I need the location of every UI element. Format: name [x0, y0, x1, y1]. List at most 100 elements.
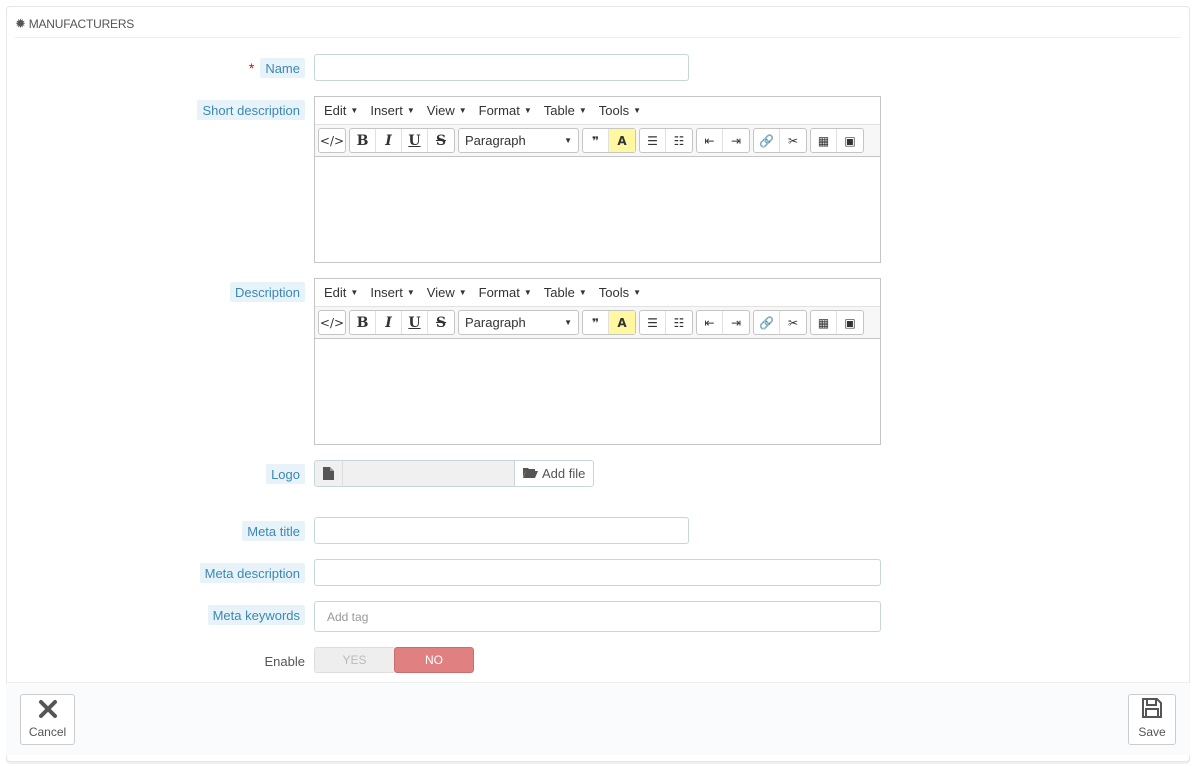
link-icon[interactable]: 🔗 [754, 129, 780, 152]
logo-file-input: Add file [314, 460, 595, 487]
text-color-icon[interactable]: A [609, 129, 635, 152]
image-icon[interactable]: ▣ [837, 129, 863, 152]
menu-table[interactable]: Table ▼ [538, 285, 593, 300]
caret-down-icon: ▼ [350, 288, 359, 297]
menu-view[interactable]: View ▼ [421, 285, 473, 300]
unlink-icon[interactable]: ✂ [780, 311, 806, 334]
name-label: * Name [249, 58, 305, 78]
bold-icon[interactable]: B [350, 311, 376, 334]
meta-keywords-input[interactable]: Add tag [314, 601, 881, 632]
outdent-icon[interactable]: ⇤ [697, 129, 723, 152]
bold-icon[interactable]: B [350, 129, 376, 152]
menu-label: Tools [598, 103, 630, 118]
menu-label: Insert [370, 285, 403, 300]
caret-down-icon: ▼ [458, 288, 467, 297]
indent-icon[interactable]: ⇥ [723, 129, 749, 152]
unlink-icon[interactable]: ✂ [780, 129, 806, 152]
caret-down-icon: ▼ [564, 318, 572, 327]
menu-insert[interactable]: Insert ▼ [364, 103, 420, 118]
menu-tools[interactable]: Tools ▼ [593, 103, 647, 118]
logo-filename-field[interactable] [343, 461, 515, 486]
caret-down-icon: ▼ [578, 288, 587, 297]
menu-label: Table [543, 285, 575, 300]
menu-label: View [426, 285, 455, 300]
menu-view[interactable]: View ▼ [421, 103, 473, 118]
enable-no-option[interactable]: NO [394, 647, 474, 673]
numbered-list-icon[interactable]: ☷ [666, 311, 692, 334]
italic-icon[interactable]: I [376, 129, 402, 152]
numbered-list-icon[interactable]: ☷ [666, 129, 692, 152]
description-content[interactable] [315, 339, 880, 444]
image-icon[interactable]: ▣ [837, 311, 863, 334]
add-tag-placeholder: Add tag [327, 609, 369, 624]
menu-insert[interactable]: Insert ▼ [364, 285, 420, 300]
caret-down-icon: ▼ [523, 106, 532, 115]
menu-tools[interactable]: Tools ▼ [593, 285, 647, 300]
bullet-list-icon[interactable]: ☰ [640, 311, 666, 334]
meta-keywords-label: Meta keywords [207, 605, 305, 625]
caret-down-icon: ▼ [564, 136, 572, 145]
strikethrough-icon[interactable]: S [428, 311, 454, 334]
folder-open-icon [523, 466, 538, 481]
cancel-button[interactable]: Cancel [20, 694, 75, 745]
meta-description-label-text: Meta description [199, 563, 305, 583]
name-label-text: Name [260, 58, 305, 78]
bullet-list-icon[interactable]: ☰ [640, 129, 666, 152]
menu-label: Edit [324, 285, 347, 300]
add-file-button[interactable]: Add file [515, 461, 594, 486]
meta-description-input[interactable] [314, 559, 881, 586]
form-footer: Cancel Save [6, 682, 1190, 755]
block-format-select[interactable]: Paragraph ▼ [459, 129, 578, 152]
caret-down-icon: ▼ [578, 106, 587, 115]
gear-icon: ✹ [15, 15, 26, 31]
cancel-label: Cancel [28, 725, 67, 739]
caret-down-icon: ▼ [633, 288, 642, 297]
add-file-label: Add file [542, 466, 586, 481]
blockquote-icon[interactable]: ❞ [583, 311, 609, 334]
meta-title-input[interactable] [314, 517, 689, 544]
italic-icon[interactable]: I [376, 311, 402, 334]
description-label: Description [229, 282, 305, 302]
meta-title-label-text: Meta title [242, 521, 305, 541]
meta-title-label: Meta title [242, 521, 305, 541]
enable-switch: YES NO [314, 647, 474, 673]
panel-heading: ✹ MANUFACTURERS [15, 16, 1181, 38]
underline-icon[interactable]: U [402, 129, 428, 152]
menu-label: Table [543, 103, 575, 118]
source-code-icon[interactable]: </> [319, 311, 345, 334]
blockquote-icon[interactable]: ❞ [583, 129, 609, 152]
menu-edit[interactable]: Edit ▼ [318, 285, 364, 300]
enable-label-text: Enable [264, 653, 305, 669]
video-icon[interactable]: ▦ [811, 311, 837, 334]
short-description-label: Short description [197, 100, 305, 120]
save-label: Save [1138, 725, 1166, 739]
menu-format[interactable]: Format ▼ [473, 285, 538, 300]
video-icon[interactable]: ▦ [811, 129, 837, 152]
outdent-icon[interactable]: ⇤ [697, 311, 723, 334]
indent-icon[interactable]: ⇥ [723, 311, 749, 334]
strikethrough-icon[interactable]: S [428, 129, 454, 152]
description-editor: Edit ▼ Insert ▼ View ▼ Format ▼ Table ▼ Tools… [314, 278, 881, 445]
link-icon[interactable]: 🔗 [754, 311, 780, 334]
caret-down-icon: ▼ [523, 288, 532, 297]
panel-title: MANUFACTURERS [28, 16, 135, 31]
menu-label: Format [478, 103, 520, 118]
editor-menubar: Edit ▼ Insert ▼ View ▼ Format ▼ Table ▼ Tools… [315, 97, 880, 125]
short-description-content[interactable] [315, 157, 880, 262]
text-color-icon[interactable]: A [609, 311, 635, 334]
caret-down-icon: ▼ [458, 106, 467, 115]
save-button[interactable]: Save [1128, 694, 1176, 745]
source-code-icon[interactable]: </> [319, 129, 345, 152]
menu-edit[interactable]: Edit ▼ [318, 103, 364, 118]
block-format-select[interactable]: Paragraph ▼ [459, 311, 578, 334]
caret-down-icon: ▼ [350, 106, 359, 115]
enable-yes-option[interactable]: YES [314, 647, 394, 673]
caret-down-icon: ▼ [406, 106, 415, 115]
save-icon [1141, 697, 1163, 722]
meta-description-label: Meta description [199, 563, 305, 583]
underline-icon[interactable]: U [402, 311, 428, 334]
menu-table[interactable]: Table ▼ [538, 103, 593, 118]
name-input[interactable] [314, 54, 689, 81]
menu-format[interactable]: Format ▼ [473, 103, 538, 118]
enable-label: Enable [265, 651, 305, 671]
